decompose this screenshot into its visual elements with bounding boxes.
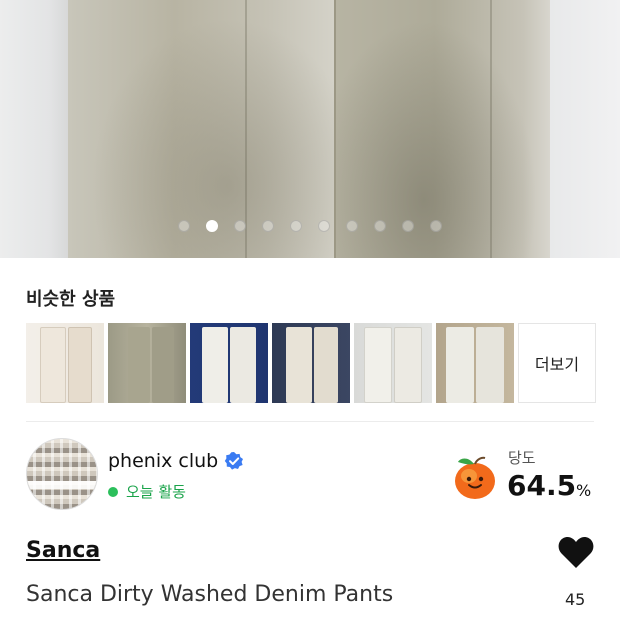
carousel-indicator — [0, 220, 620, 232]
similar-products-title: 비슷한 상품 — [26, 289, 116, 310]
carousel-dot[interactable] — [430, 220, 442, 232]
sweetness-unit: % — [576, 481, 592, 500]
more-button[interactable]: 더보기 — [518, 323, 596, 403]
activity-label: 오늘 활동 — [126, 483, 186, 501]
carousel-dot[interactable] — [262, 220, 274, 232]
brand-link[interactable]: Sanca — [26, 538, 100, 563]
seller-activity-status: 오늘 활동 — [108, 481, 186, 502]
carousel-dot[interactable] — [290, 220, 302, 232]
carousel-dot[interactable] — [374, 220, 386, 232]
carousel-dot-active[interactable] — [206, 220, 218, 232]
similar-products-list: 더보기 — [26, 323, 596, 403]
seller-name-row[interactable]: phenix club — [108, 450, 244, 472]
similar-product-thumb[interactable] — [108, 323, 186, 403]
product-title: Sanca Dirty Washed Denim Pants — [26, 582, 394, 607]
carousel-dot[interactable] — [234, 220, 246, 232]
carousel-dot[interactable] — [178, 220, 190, 232]
seller-avatar[interactable] — [26, 438, 98, 510]
seller-name[interactable]: phenix club — [108, 450, 218, 472]
carousel-dot[interactable] — [318, 220, 330, 232]
section-divider — [26, 421, 594, 422]
heart-icon[interactable] — [557, 535, 595, 569]
like-count: 45 — [565, 590, 586, 609]
similar-product-thumb[interactable] — [354, 323, 432, 403]
similar-product-thumb[interactable] — [190, 323, 268, 403]
sweetness-value: 64.5 — [507, 469, 577, 502]
carousel-dot[interactable] — [346, 220, 358, 232]
online-dot-icon — [108, 486, 118, 497]
peach-icon — [455, 456, 495, 499]
similar-product-thumb[interactable] — [436, 323, 514, 403]
sweetness-label: 당도 — [508, 449, 536, 467]
similar-product-thumb[interactable] — [26, 323, 104, 403]
similar-product-thumb[interactable] — [272, 323, 350, 403]
carousel-dot[interactable] — [402, 220, 414, 232]
verified-badge-icon — [225, 452, 244, 470]
product-image[interactable] — [0, 0, 620, 258]
